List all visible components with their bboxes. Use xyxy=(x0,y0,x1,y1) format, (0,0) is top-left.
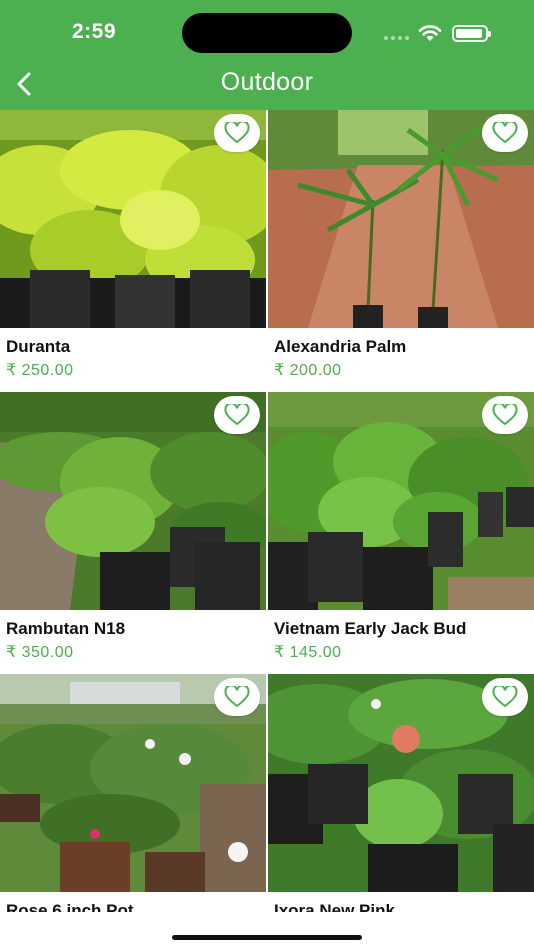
product-price: ₹ 200.00 xyxy=(274,362,342,379)
battery-icon xyxy=(452,25,491,42)
heart-icon xyxy=(492,686,518,708)
favorite-button[interactable] xyxy=(482,114,528,152)
heart-icon xyxy=(492,404,518,426)
favorite-button[interactable] xyxy=(482,396,528,434)
product-name: Vietnam Early Jack Bud xyxy=(274,619,467,638)
heart-icon xyxy=(224,404,250,426)
product-name: Alexandria Palm xyxy=(274,337,407,356)
product-price: ₹ 145.00 xyxy=(274,644,342,661)
product-price: ₹ 350.00 xyxy=(6,644,74,661)
favorite-button[interactable] xyxy=(482,678,528,716)
product-name: Duranta xyxy=(6,337,71,356)
product-card[interactable]: Rose 6 inch Pot xyxy=(0,674,266,950)
product-name: Rambutan N18 xyxy=(6,619,126,638)
product-price: ₹ 250.00 xyxy=(6,362,74,379)
dynamic-island xyxy=(182,13,352,53)
heart-icon xyxy=(224,686,250,708)
cellular-signal-icon xyxy=(384,36,409,40)
bottom-safe-area xyxy=(0,912,534,950)
wifi-icon xyxy=(418,25,442,41)
favorite-button[interactable] xyxy=(214,396,260,434)
product-card[interactable]: Vietnam Early Jack Bud ₹ 145.00 xyxy=(268,392,534,674)
home-indicator xyxy=(172,935,362,940)
product-card[interactable]: Alexandria Palm ₹ 200.00 xyxy=(268,110,534,392)
heart-icon xyxy=(224,122,250,144)
page-title: Outdoor xyxy=(220,68,314,96)
favorite-button[interactable] xyxy=(214,114,260,152)
favorite-button[interactable] xyxy=(214,678,260,716)
app-header: 2:59 Outdoor xyxy=(0,0,534,110)
status-time: 2:59 xyxy=(72,20,117,43)
product-card[interactable]: Ixora New Pink xyxy=(268,674,534,950)
product-card[interactable]: Rambutan N18 ₹ 350.00 xyxy=(0,392,266,674)
heart-icon xyxy=(492,122,518,144)
product-card[interactable]: Duranta ₹ 250.00 xyxy=(0,110,266,392)
